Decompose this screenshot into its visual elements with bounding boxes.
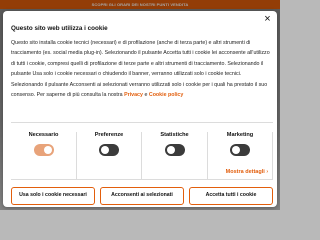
category-label-preferences: Preferenze xyxy=(94,132,124,138)
toggle-marketing[interactable] xyxy=(230,144,250,156)
toggle-preferences[interactable] xyxy=(99,144,119,156)
dialog-description: Questo sito installa cookie tecnici (nec… xyxy=(11,38,273,100)
link-joiner: e xyxy=(144,92,148,99)
category-label-statistics: Statistiche xyxy=(160,132,189,138)
toggle-knob xyxy=(167,146,175,154)
necessary-only-button[interactable]: Usa solo i cookie necessari xyxy=(11,187,95,205)
dialog-title: Questo sito web utilizza i cookie xyxy=(11,25,108,32)
cookie-policy-link[interactable]: Cookie policy xyxy=(149,92,183,98)
description-text: Questo sito installa cookie tecnici (nec… xyxy=(11,40,270,99)
category-preferences: Preferenze xyxy=(77,132,142,180)
page: SCOPRI GLI ORARI DEI NOSTRI PUNTI VENDIT… xyxy=(0,0,280,210)
toggle-knob xyxy=(101,146,109,154)
toggle-statistics[interactable] xyxy=(165,144,185,156)
divider xyxy=(11,122,273,123)
close-icon[interactable]: × xyxy=(263,14,272,25)
show-details-link[interactable]: Mostra dettagli › xyxy=(226,169,268,175)
accept-all-button[interactable]: Accetta tutti i cookie xyxy=(189,187,273,205)
privacy-link[interactable]: Privacy xyxy=(124,92,143,98)
divider xyxy=(11,179,273,180)
category-label-marketing: Marketing xyxy=(226,132,254,138)
category-label-necessary: Necessario xyxy=(28,132,59,138)
toggle-knob xyxy=(232,146,240,154)
category-statistics: Statistiche xyxy=(142,132,208,180)
toggle-necessary xyxy=(34,144,54,156)
show-details-label: Mostra dettagli xyxy=(225,169,265,175)
toggle-knob xyxy=(44,146,52,154)
accept-selected-button[interactable]: Acconsenti ai selezionati xyxy=(100,187,184,205)
chevron-right-icon: › xyxy=(266,169,268,175)
cookie-consent-dialog: × Questo sito web utilizza i cookie Ques… xyxy=(3,11,277,207)
category-necessary: Necessario xyxy=(11,132,77,180)
